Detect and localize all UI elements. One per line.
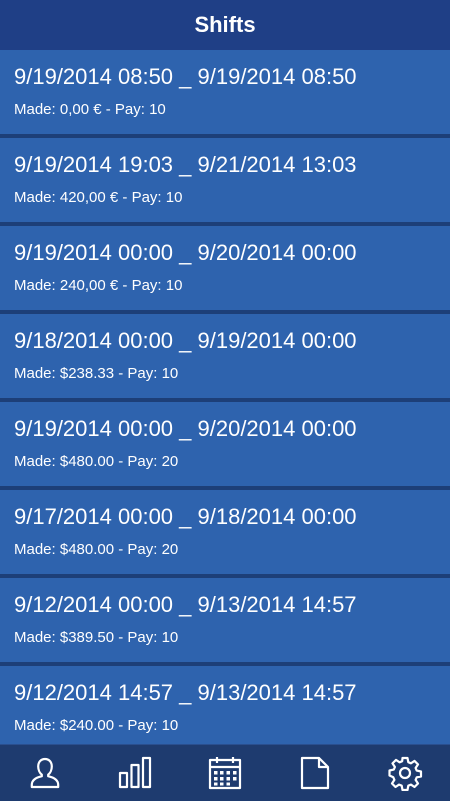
tab-reports[interactable] [290, 748, 340, 798]
shift-item[interactable]: 9/19/2014 08:50 _ 9/19/2014 08:50 Made: … [0, 50, 450, 138]
shift-summary: Made: $480.00 - Pay: 20 [14, 453, 179, 470]
tab-statistics[interactable] [110, 748, 160, 798]
tab-settings[interactable] [380, 748, 430, 798]
bottom-tab-bar [0, 744, 450, 801]
bar-chart-icon [118, 756, 152, 789]
tab-profile[interactable] [20, 748, 70, 798]
shift-range: 9/12/2014 00:00 _ 9/13/2014 14:57 [14, 592, 357, 617]
shift-summary: Made: 0,00 € - Pay: 10 [14, 101, 166, 118]
shift-range: 9/19/2014 00:00 _ 9/20/2014 00:00 [14, 416, 357, 441]
shift-range: 9/17/2014 00:00 _ 9/18/2014 00:00 [14, 504, 357, 529]
shift-item[interactable]: 9/19/2014 00:00 _ 9/20/2014 00:00 Made: … [0, 226, 450, 314]
shift-range: 9/12/2014 14:57 _ 9/13/2014 14:57 [14, 680, 357, 705]
calendar-icon [208, 757, 242, 790]
shift-item[interactable]: 9/12/2014 00:00 _ 9/13/2014 14:57 Made: … [0, 578, 450, 666]
shift-range: 9/18/2014 00:00 _ 9/19/2014 00:00 [14, 328, 357, 353]
shift-list[interactable]: 9/19/2014 08:50 _ 9/19/2014 08:50 Made: … [0, 50, 450, 744]
shift-range: 9/19/2014 00:00 _ 9/20/2014 00:00 [14, 240, 357, 265]
gear-icon [388, 756, 423, 791]
header: Shifts [0, 0, 450, 51]
shift-summary: Made: $240.00 - Pay: 10 [14, 717, 179, 734]
shift-summary: Made: $238.33 - Pay: 10 [14, 365, 179, 382]
shift-item[interactable]: 9/19/2014 00:00 _ 9/20/2014 00:00 Made: … [0, 402, 450, 490]
shift-item[interactable]: 9/18/2014 00:00 _ 9/19/2014 00:00 Made: … [0, 314, 450, 402]
shift-range: 9/19/2014 08:50 _ 9/19/2014 08:50 [14, 64, 357, 89]
shift-item[interactable]: 9/19/2014 19:03 _ 9/21/2014 13:03 Made: … [0, 138, 450, 226]
shift-item[interactable]: 9/17/2014 00:00 _ 9/18/2014 00:00 Made: … [0, 490, 450, 578]
shift-summary: Made: 420,00 € - Pay: 10 [14, 189, 183, 206]
shift-range: 9/19/2014 19:03 _ 9/21/2014 13:03 [14, 152, 357, 177]
tab-calendar[interactable] [200, 748, 250, 798]
profile-icon [30, 757, 60, 789]
shift-summary: Made: $389.50 - Pay: 10 [14, 629, 179, 646]
shift-item[interactable]: 9/12/2014 14:57 _ 9/13/2014 14:57 Made: … [0, 666, 450, 744]
shift-summary: Made: 240,00 € - Pay: 10 [14, 277, 183, 294]
document-icon [300, 756, 330, 790]
shift-summary: Made: $480.00 - Pay: 20 [14, 541, 179, 558]
page-title: Shifts [194, 12, 256, 37]
